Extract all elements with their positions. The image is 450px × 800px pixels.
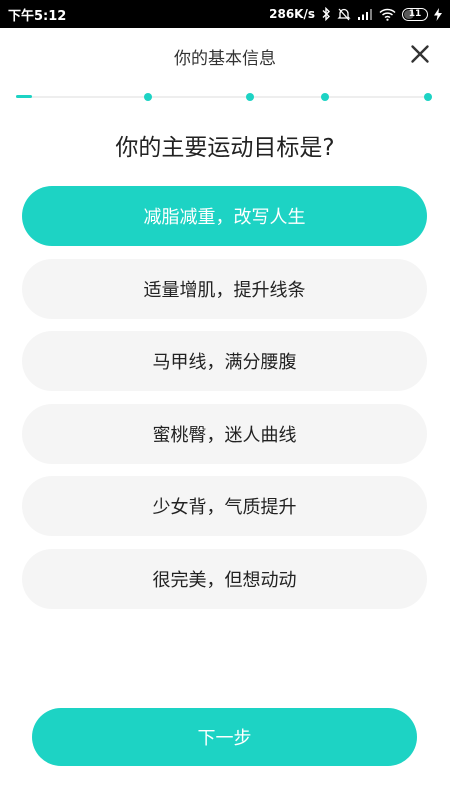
network-speed: 286K/s bbox=[269, 7, 315, 21]
status-bar: 下午5:12 286K/s 11 bbox=[0, 0, 450, 28]
option-lose-fat[interactable]: 减脂减重，改写人生 bbox=[22, 186, 427, 246]
progress-step-dot bbox=[424, 93, 432, 101]
close-button[interactable] bbox=[408, 42, 432, 66]
alarm-off-icon bbox=[337, 7, 351, 21]
header: 你的基本信息 bbox=[0, 28, 450, 84]
progress-step-dot bbox=[321, 93, 329, 101]
goal-options: 减脂减重，改写人生 适量增肌，提升线条 马甲线，满分腰腹 蜜桃臀，迷人曲线 少女… bbox=[22, 186, 427, 621]
option-abs[interactable]: 马甲线，满分腰腹 bbox=[22, 331, 427, 391]
status-time: 下午5:12 bbox=[8, 8, 67, 24]
option-back[interactable]: 少女背，气质提升 bbox=[22, 476, 427, 536]
charging-icon bbox=[434, 7, 442, 21]
progress-step-dot bbox=[246, 93, 254, 101]
bluetooth-icon bbox=[321, 7, 331, 21]
option-build-muscle[interactable]: 适量增肌，提升线条 bbox=[22, 258, 427, 319]
status-icons: 286K/s 11 bbox=[269, 7, 442, 21]
close-icon bbox=[411, 45, 429, 63]
progress-current-step bbox=[16, 95, 32, 98]
signal-icon bbox=[357, 8, 373, 20]
next-button[interactable]: 下一步 bbox=[32, 708, 417, 766]
progress-step-dot bbox=[144, 93, 152, 101]
question-title: 你的主要运动目标是? bbox=[115, 135, 335, 161]
wifi-icon bbox=[379, 8, 396, 21]
progress-track bbox=[16, 96, 432, 98]
page-title: 你的基本信息 bbox=[174, 49, 276, 69]
battery-icon: 11 bbox=[402, 7, 428, 21]
option-glutes[interactable]: 蜜桃臀，迷人曲线 bbox=[22, 403, 427, 464]
battery-level: 11 bbox=[408, 9, 422, 19]
step-progress bbox=[16, 93, 432, 101]
option-just-move[interactable]: 很完美，但想动动 bbox=[22, 548, 427, 609]
